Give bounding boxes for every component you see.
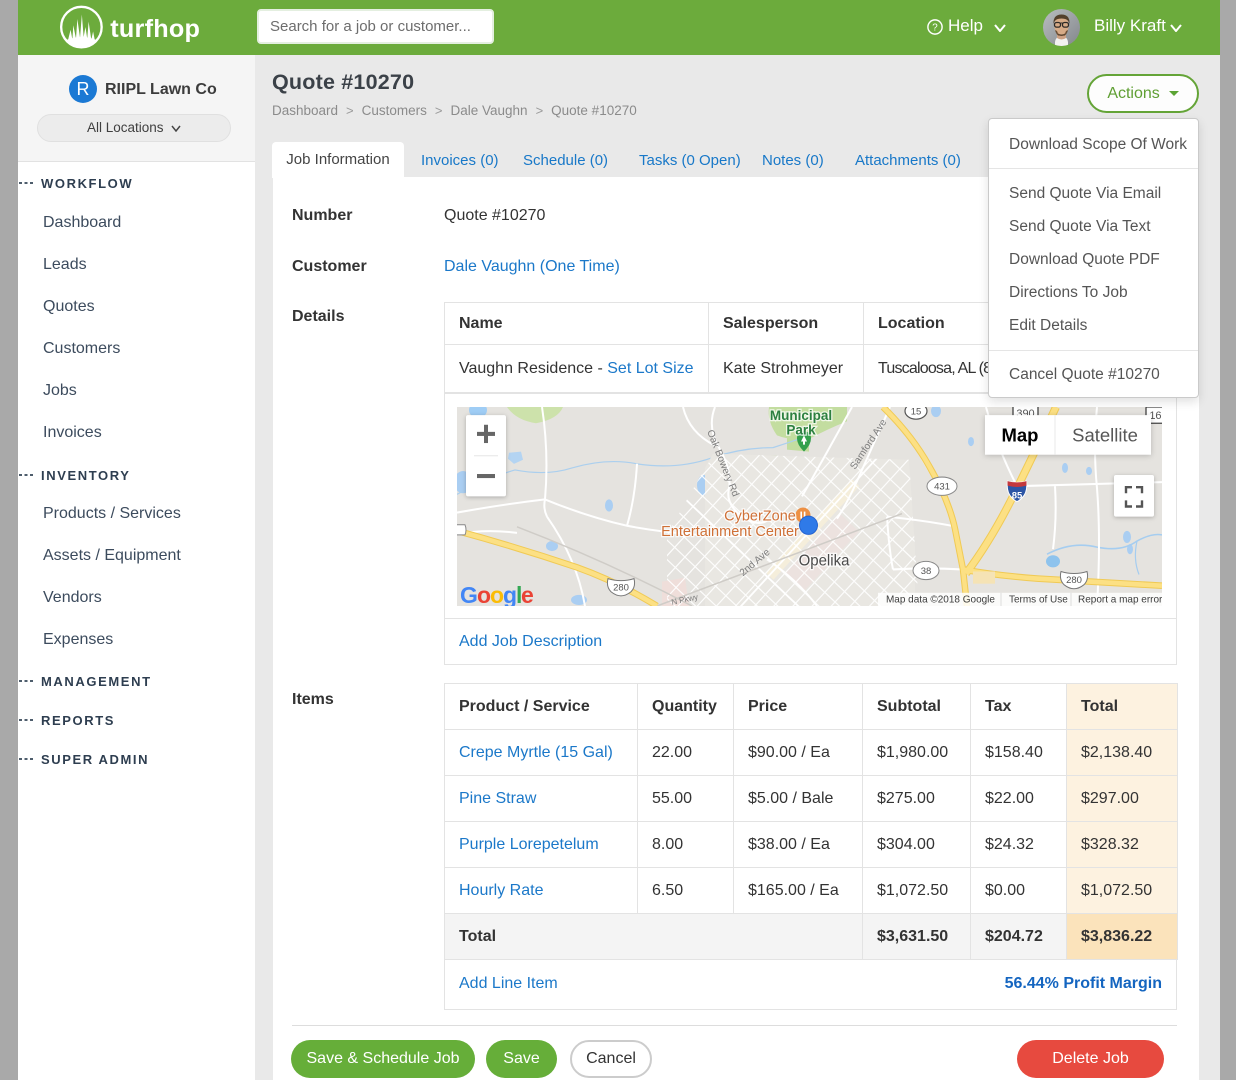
- svg-text:Opelika: Opelika: [799, 552, 850, 569]
- svg-text:CyberZone: CyberZone: [724, 509, 796, 525]
- svg-text:15: 15: [911, 407, 922, 418]
- svg-text:Map: Map: [1002, 424, 1039, 445]
- svg-text:Municipal: Municipal: [770, 408, 832, 423]
- svg-text:85: 85: [1012, 490, 1023, 501]
- svg-text:Entertainment Center: Entertainment Center: [661, 524, 799, 540]
- svg-text:o: o: [477, 582, 491, 606]
- svg-text:161: 161: [1149, 410, 1162, 422]
- svg-text:turfhop: turfhop: [110, 15, 200, 43]
- svg-text:38: 38: [921, 566, 932, 577]
- svg-text:Park: Park: [786, 422, 816, 437]
- svg-text:280: 280: [1066, 575, 1082, 586]
- svg-text:Report a map error: Report a map error: [1078, 594, 1162, 605]
- svg-text:?: ?: [932, 23, 938, 34]
- svg-text:o: o: [490, 582, 504, 606]
- svg-text:Satellite: Satellite: [1072, 424, 1138, 445]
- svg-text:431: 431: [934, 482, 950, 493]
- svg-text:Map data ©2018 Google: Map data ©2018 Google: [886, 594, 995, 605]
- svg-text:G: G: [460, 582, 477, 606]
- svg-text:Terms of Use: Terms of Use: [1009, 594, 1068, 605]
- svg-text:g: g: [503, 582, 517, 606]
- svg-text:280: 280: [613, 582, 629, 593]
- svg-text:e: e: [521, 582, 534, 606]
